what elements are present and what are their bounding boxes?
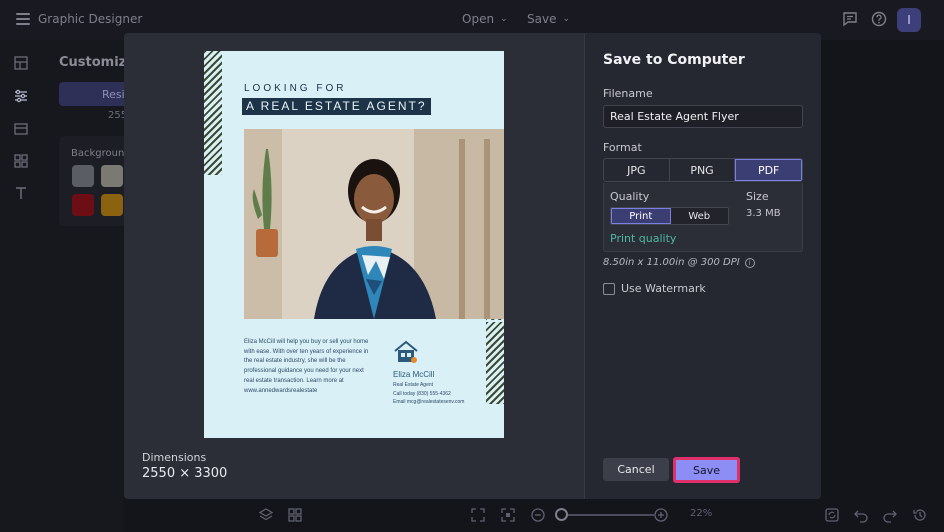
dpi-text: 8.50in x 11.00in @ 300 DPI: [603, 257, 740, 268]
zoom-slider-track[interactable]: [562, 514, 654, 516]
contact-name: Eliza McCill: [393, 370, 435, 379]
history-icon[interactable]: [912, 507, 928, 523]
help-icon[interactable]: [871, 11, 887, 27]
watermark-label: Use Watermark: [621, 282, 706, 295]
info-icon[interactable]: i: [744, 257, 755, 268]
hamburger-menu-icon[interactable]: [16, 13, 30, 25]
house-logo-icon: [394, 340, 418, 363]
layers-icon[interactable]: [258, 507, 274, 523]
cancel-button[interactable]: Cancel: [603, 458, 669, 481]
open-menu-label: Open: [462, 12, 495, 26]
flyer-contact: Eliza McCill Real Estate Agent Call toda…: [393, 370, 488, 407]
save-button[interactable]: Save: [673, 457, 740, 483]
open-menu[interactable]: Open ⌄: [462, 12, 508, 26]
format-selector: JPG PNG PDF: [603, 158, 803, 182]
print-quality-note: Print quality: [610, 232, 677, 245]
zoom-slider-handle[interactable]: [555, 508, 568, 521]
flyer-headline: A REAL ESTATE AGENT?: [242, 98, 431, 115]
bottom-toolbar: 22%: [124, 499, 944, 532]
format-jpg-button[interactable]: JPG: [604, 159, 670, 181]
agent-photo: [244, 129, 504, 319]
text-icon[interactable]: [13, 185, 29, 201]
filename-label: Filename: [603, 87, 653, 100]
dimensions-value: 2550 × 3300: [142, 466, 228, 481]
color-swatch[interactable]: [72, 194, 94, 216]
size-label: Size: [746, 190, 769, 203]
comment-icon[interactable]: [842, 11, 858, 27]
dimensions-label: Dimensions: [142, 451, 207, 464]
background-label: Background: [71, 148, 131, 159]
flyer-preview: LOOKING FOR A REAL ESTATE AGENT? Eliza M…: [204, 51, 504, 438]
contact-role: Real Estate Agent: [393, 382, 434, 388]
agent-portrait-image: [244, 129, 504, 319]
chevron-down-icon: ⌄: [562, 14, 571, 24]
contact-phone: Call today (830) 555-4362: [393, 390, 451, 397]
fit-width-icon[interactable]: [500, 507, 516, 523]
save-dialog: LOOKING FOR A REAL ESTATE AGENT? Eliza M…: [124, 33, 821, 499]
dialog-title: Save to Computer: [603, 52, 745, 68]
dpi-info: 8.50in x 11.00in @ 300 DPI i: [603, 257, 755, 268]
redo-icon[interactable]: [882, 507, 898, 523]
grid-panel-icon[interactable]: [13, 121, 29, 137]
grid-icon[interactable]: [287, 507, 303, 523]
fit-screen-icon[interactable]: [470, 507, 486, 523]
save-menu[interactable]: Save ⌄: [527, 12, 570, 26]
chevron-down-icon: ⌄: [500, 14, 508, 24]
sync-icon[interactable]: [824, 507, 840, 523]
save-settings-panel: Save to Computer Filename Format JPG PNG…: [584, 33, 821, 499]
app-title: Graphic Designer: [38, 12, 143, 26]
quality-selector: Print Web: [610, 207, 729, 225]
color-swatch[interactable]: [101, 165, 123, 187]
quality-panel: Quality Print Web Size 3.3 MB Print qual…: [603, 183, 803, 252]
checkbox-icon[interactable]: [603, 282, 615, 295]
avatar[interactable]: I: [897, 8, 921, 32]
quality-label: Quality: [610, 190, 650, 203]
contact-email: Email mcg@realestatesenv.com: [393, 399, 465, 405]
color-swatch[interactable]: [72, 165, 94, 187]
zoom-level: 22%: [690, 508, 713, 519]
format-pdf-button[interactable]: PDF: [735, 159, 802, 181]
hatch-decoration: [486, 322, 504, 404]
elements-icon[interactable]: [13, 153, 29, 169]
zoom-out-icon[interactable]: [530, 507, 546, 523]
format-label: Format: [603, 141, 642, 154]
quality-print-button[interactable]: Print: [611, 208, 671, 224]
layout-icon[interactable]: [13, 55, 29, 71]
customize-panel: Customize Resi 255 Background: [42, 40, 159, 532]
flyer-body-text: Eliza McCill will help you buy or sell y…: [244, 339, 369, 394]
size-value: 3.3 MB: [746, 208, 781, 219]
watermark-checkbox[interactable]: Use Watermark: [603, 282, 706, 295]
zoom-in-icon[interactable]: [653, 507, 669, 523]
color-swatch[interactable]: [101, 194, 123, 216]
resize-tab-label: Resi: [102, 88, 125, 101]
quality-web-button[interactable]: Web: [670, 208, 728, 224]
hatch-decoration: [204, 51, 222, 175]
save-menu-label: Save: [527, 12, 557, 26]
filename-field[interactable]: [603, 105, 803, 128]
left-rail: [0, 40, 42, 532]
format-png-button[interactable]: PNG: [669, 159, 736, 181]
sliders-icon[interactable]: [13, 88, 29, 104]
flyer-kicker: LOOKING FOR: [244, 83, 347, 94]
undo-icon[interactable]: [853, 507, 869, 523]
